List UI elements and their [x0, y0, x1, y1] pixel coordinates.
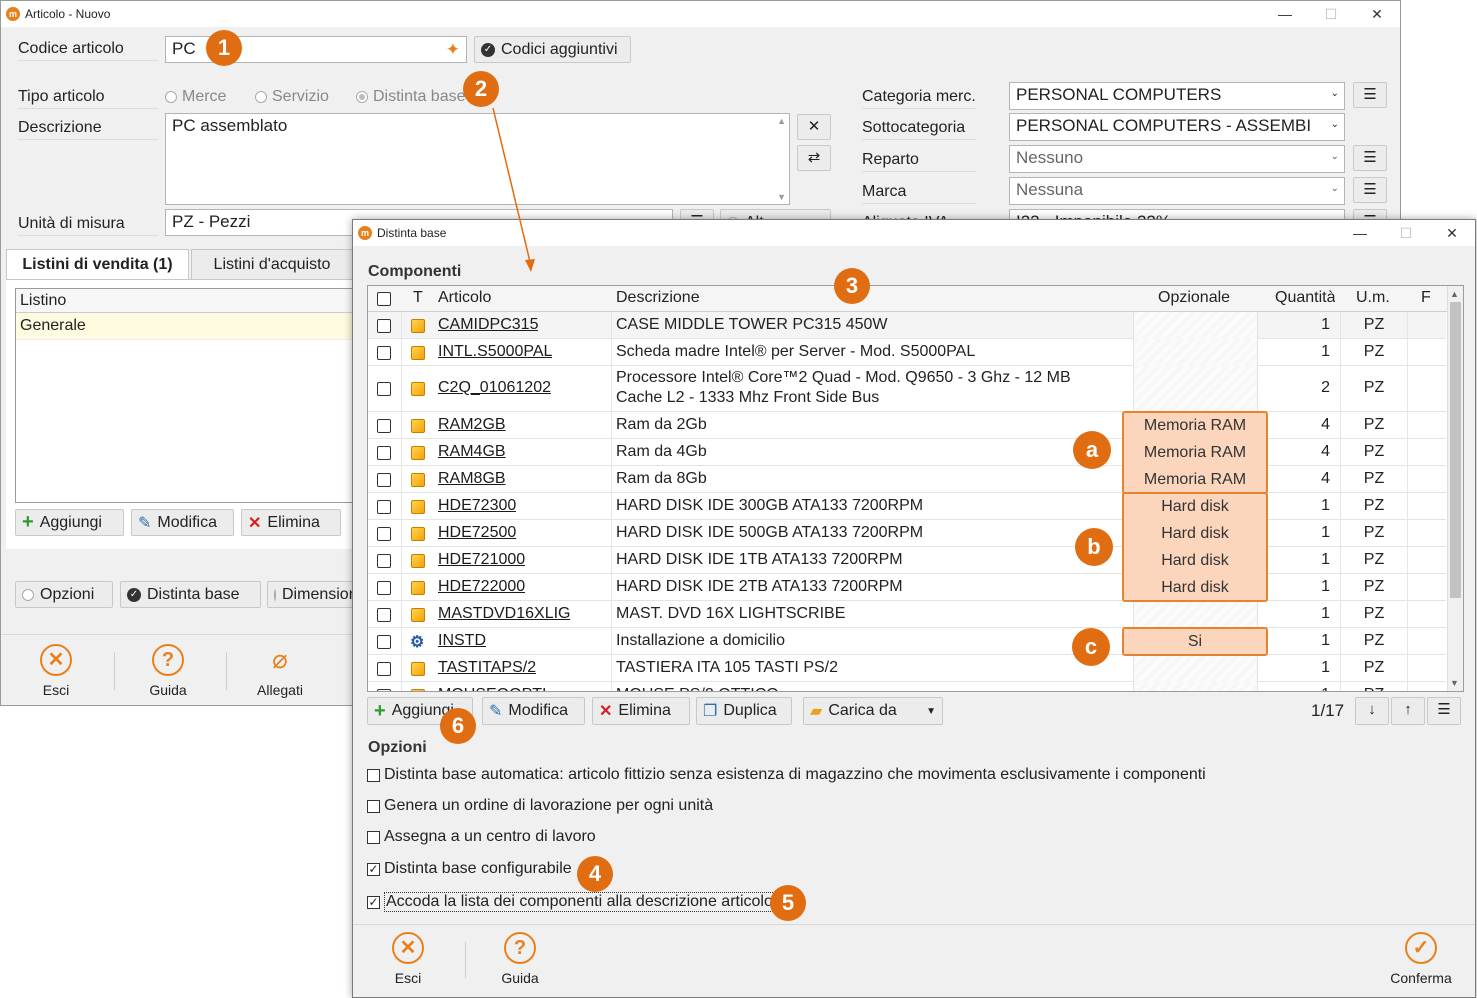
marker-1: 1 [206, 30, 242, 66]
marker-4: 4 [577, 856, 613, 892]
marker-b: b [1075, 528, 1113, 566]
marker-6: 6 [440, 708, 476, 744]
marker-c: c [1072, 628, 1110, 666]
annotation-arrow [492, 107, 535, 272]
marker-3: 3 [834, 268, 870, 304]
marker-2: 2 [463, 71, 499, 107]
marker-5: 5 [770, 885, 806, 921]
marker-a: a [1073, 431, 1111, 469]
